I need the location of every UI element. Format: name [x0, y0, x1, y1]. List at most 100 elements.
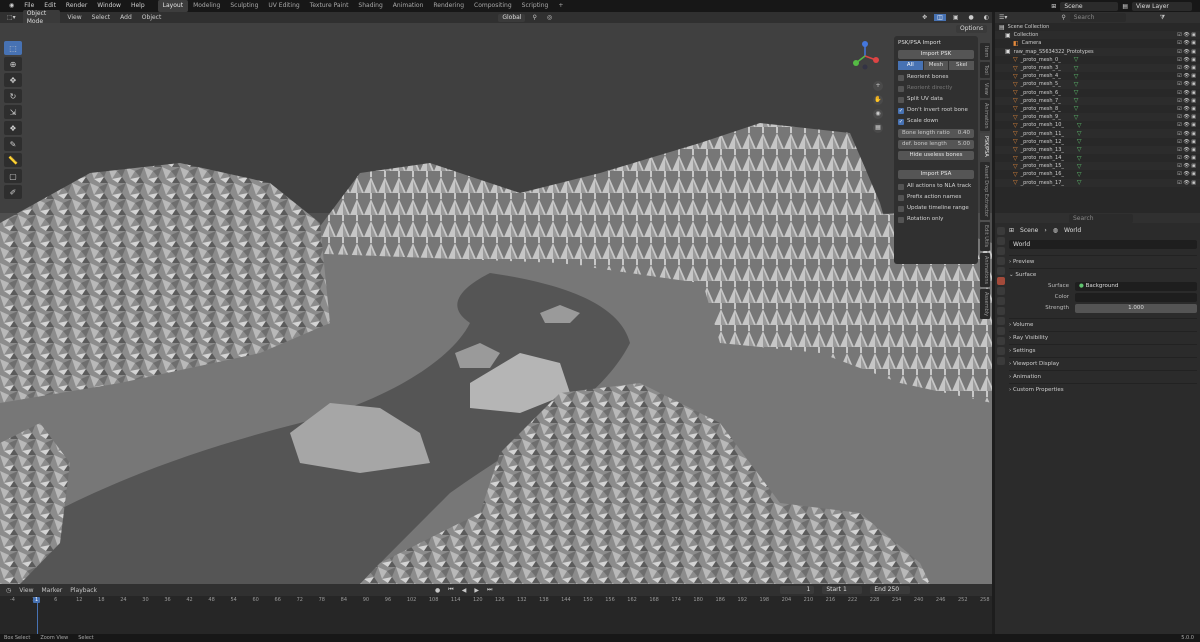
visibility-toggles[interactable]: ☑ 👁 ▣: [1177, 171, 1196, 177]
gizmo-toggle-icon[interactable]: ✥: [919, 14, 930, 21]
data-tab-icon[interactable]: [997, 347, 1005, 355]
collection-tab-icon[interactable]: [997, 287, 1005, 295]
tab-uv-editing[interactable]: UV Editing: [263, 0, 304, 12]
particles-tab-icon[interactable]: [997, 317, 1005, 325]
filter-mesh[interactable]: Mesh: [923, 61, 949, 70]
outliner-filter-icon[interactable]: ⧩: [1160, 14, 1165, 22]
start-frame-field[interactable]: Start 1: [822, 586, 863, 594]
tab-tool[interactable]: Tool: [980, 62, 990, 79]
section-animation[interactable]: › Animation: [1009, 370, 1197, 383]
check-all-actions-nla[interactable]: All actions to NLA track: [898, 181, 974, 192]
visibility-toggles[interactable]: ☑ 👁 ▣: [1177, 98, 1196, 104]
check-rotation-only[interactable]: Rotation only: [898, 214, 974, 225]
outliner-search-input[interactable]: Search: [1069, 13, 1126, 22]
tab-texture-paint[interactable]: Texture Paint: [305, 0, 354, 12]
viewport-menu-select[interactable]: Select: [89, 14, 114, 21]
xray-icon[interactable]: ▣: [950, 14, 962, 21]
perspective-icon[interactable]: ▦: [873, 123, 883, 133]
outliner-row[interactable]: ▽ _proto_mesh_12_ ▽ ☑ 👁 ▣: [995, 138, 1200, 146]
jump-start-icon[interactable]: ⏮: [448, 586, 453, 594]
viewport-menu-add[interactable]: Add: [117, 14, 135, 21]
transform-icon[interactable]: ❖: [4, 121, 22, 135]
surface-shader-field[interactable]: ● Background: [1075, 282, 1197, 291]
checkbox[interactable]: [898, 216, 904, 223]
check-reorient-directly[interactable]: Reorient directly: [898, 83, 974, 94]
visibility-toggles[interactable]: ☑ 👁 ▣: [1177, 40, 1196, 46]
outliner-row[interactable]: ▽ _proto_mesh_8_ ▽ ☑ 👁 ▣: [995, 105, 1200, 113]
check-scale-down[interactable]: ✓ Scale down: [898, 116, 974, 127]
tab-edit-utils[interactable]: Edit Utils: [980, 222, 990, 251]
tab-animations[interactable]: Animations: [980, 252, 990, 287]
checkbox[interactable]: [898, 194, 904, 201]
tab-assembly[interactable]: Assembly: [980, 288, 990, 319]
outliner-row[interactable]: ▽ _proto_mesh_13_ ▽ ☑ 👁 ▣: [995, 145, 1200, 154]
outliner-row[interactable]: ▽ _proto_mesh_9_ ▽ ☑ 👁 ▣: [995, 113, 1200, 122]
view-layer-field[interactable]: View Layer: [1132, 1, 1192, 11]
timeline-ruler[interactable]: -4 1 6 12 18 24 30 36 42 48 54 60 66 72 78 84 90 96 102 108…: [0, 596, 992, 606]
outliner-row[interactable]: ▽ _proto_mesh_5_ ▽ ☑ 👁 ▣: [995, 80, 1200, 89]
visibility-toggles[interactable]: ☑ 👁 ▣: [1177, 73, 1196, 79]
checkbox[interactable]: [898, 183, 904, 190]
visibility-toggles[interactable]: ☑ 👁 ▣: [1177, 147, 1196, 153]
add-cube-icon[interactable]: ▢: [4, 169, 22, 183]
section-surface[interactable]: ⌄ Surface: [1009, 268, 1197, 281]
zoom-icon[interactable]: +: [873, 81, 883, 91]
viewport-menu-view[interactable]: View: [64, 14, 84, 21]
tab-view[interactable]: View: [980, 80, 990, 98]
visibility-toggles[interactable]: ☑ 👁 ▣: [1177, 139, 1196, 145]
outliner-row[interactable]: ▽ _proto_mesh_0_ ▽ ☑ 👁 ▣: [995, 56, 1200, 64]
tab-layout[interactable]: Layout: [157, 0, 189, 12]
scene-icon[interactable]: ⊞: [1051, 3, 1056, 10]
object-tab-icon[interactable]: [997, 297, 1005, 305]
strength-field[interactable]: 1.000: [1075, 304, 1197, 313]
tab-rendering[interactable]: Rendering: [428, 0, 469, 12]
rotate-icon[interactable]: ↻: [4, 89, 22, 103]
proportional-edit-icon[interactable]: ◎: [544, 14, 555, 21]
outliner-row[interactable]: ◧ Camera ☑ 👁 ▣: [995, 39, 1200, 47]
checkmark-icon[interactable]: ✓: [898, 118, 904, 125]
select-box-icon[interactable]: ⬚: [4, 41, 22, 55]
tab-scripting[interactable]: Scripting: [517, 0, 554, 12]
visibility-toggles[interactable]: ☑ 👁 ▣: [1177, 106, 1196, 112]
tab-shading[interactable]: Shading: [353, 0, 387, 12]
constraints-tab-icon[interactable]: [997, 337, 1005, 345]
checkmark-icon[interactable]: ✓: [898, 107, 904, 114]
navigation-gizmo[interactable]: [850, 41, 880, 71]
scene-field[interactable]: Scene: [1060, 1, 1119, 11]
draw-icon[interactable]: ✐: [4, 185, 22, 199]
check-prefix-action-names[interactable]: Prefix action names: [898, 192, 974, 203]
view-layer-icon[interactable]: ▤: [1122, 3, 1128, 10]
outliner-row[interactable]: ▽ _proto_mesh_14_ ▽ ☑ 👁 ▣: [995, 154, 1200, 162]
play-back-icon[interactable]: ◀: [462, 587, 467, 594]
filter-all[interactable]: All: [898, 61, 923, 70]
timeline-menu-marker[interactable]: Marker: [42, 587, 63, 594]
filter-skel[interactable]: Skel: [949, 61, 975, 70]
visibility-toggles[interactable]: ☑ 👁 ▣: [1177, 32, 1196, 38]
checkbox[interactable]: [898, 96, 904, 103]
checkbox[interactable]: [898, 85, 904, 92]
check-reorient-bones[interactable]: Reorient bones: [898, 72, 974, 83]
outliner-row[interactable]: ▽ _proto_mesh_10_ ▽ ☑ 👁 ▣: [995, 121, 1200, 129]
transform-orientation-dropdown[interactable]: Global: [498, 13, 526, 22]
add-workspace-icon[interactable]: +: [553, 0, 568, 12]
shading-solid-icon[interactable]: ●: [966, 14, 977, 21]
camera-view-icon[interactable]: ◉: [873, 109, 883, 119]
editor-type-icon[interactable]: ⬚▾: [4, 14, 19, 21]
outliner-row[interactable]: ▣ raw_map_S5634322_Prototypes ☑ 👁 ▣: [995, 47, 1200, 56]
section-volume[interactable]: › Volume: [1009, 318, 1197, 331]
timeline-menu-view[interactable]: View: [19, 587, 33, 594]
hide-useless-bones-button[interactable]: Hide useless bones: [898, 151, 974, 160]
world-tab-icon[interactable]: [997, 277, 1005, 285]
overlay-toggle-icon[interactable]: ◫: [934, 14, 946, 21]
clock-icon[interactable]: ◷: [6, 587, 11, 594]
jump-end-icon[interactable]: ⏭: [487, 586, 492, 594]
visibility-toggles[interactable]: ☑ 👁 ▣: [1177, 131, 1196, 137]
checkbox[interactable]: [898, 205, 904, 212]
measure-icon[interactable]: 📏: [4, 153, 22, 167]
modifier-tab-icon[interactable]: [997, 307, 1005, 315]
viewport-menu-object[interactable]: Object: [139, 14, 165, 21]
pan-icon[interactable]: ✋: [873, 95, 883, 105]
bone-length-ratio-field[interactable]: Bone length ratio 0.40: [898, 129, 974, 138]
outliner-row[interactable]: ▽ _proto_mesh_17_ ▽ ☑ 👁 ▣: [995, 178, 1200, 187]
import-psa-button[interactable]: Import PSA: [898, 170, 974, 179]
